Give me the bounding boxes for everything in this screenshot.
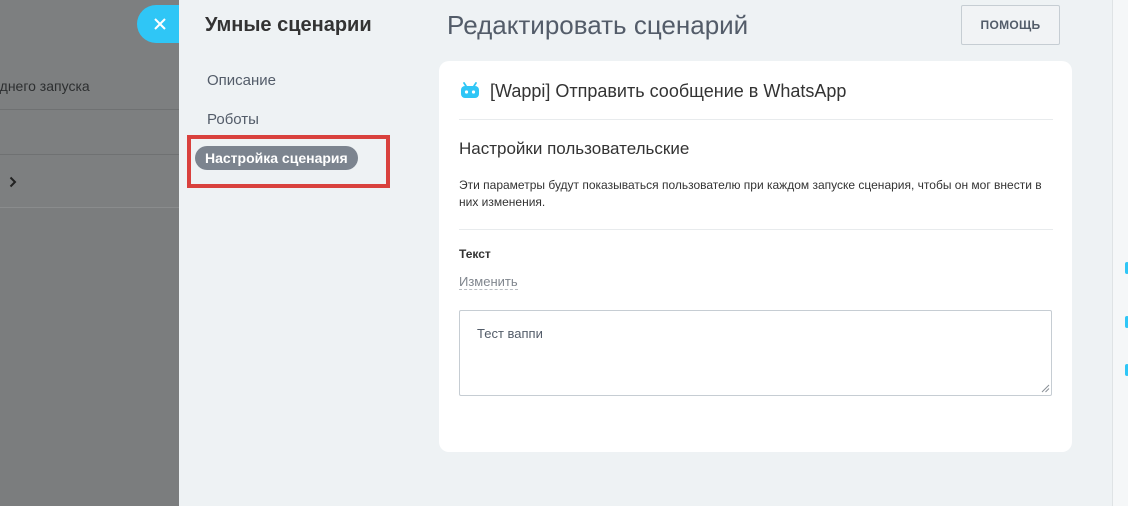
robot-icon xyxy=(461,82,479,98)
robot-settings-card: [Wappi] Отправить сообщение в WhatsApp Н… xyxy=(439,61,1072,452)
background-column-label: леднего запуска xyxy=(0,78,90,94)
sidebar-title: Умные сценарии xyxy=(205,14,372,36)
page-title: Редактировать сценарий xyxy=(447,10,749,40)
change-link[interactable]: Изменить xyxy=(459,274,518,290)
text-field[interactable]: Тест ваппи xyxy=(459,310,1052,396)
card-header: [Wappi] Отправить сообщение в WhatsApp xyxy=(459,61,1053,120)
sidebar-item-robots[interactable]: Роботы xyxy=(207,111,259,128)
background-page: леднего запуска ая xyxy=(0,0,179,506)
close-slider-button[interactable] xyxy=(137,5,179,43)
chevron-right-icon xyxy=(10,176,17,188)
section-description: Эти параметры будут показываться пользов… xyxy=(459,178,1042,209)
right-scrollbar-strip xyxy=(1112,0,1128,506)
help-button[interactable]: ПОМОЩЬ xyxy=(961,5,1060,45)
background-row xyxy=(0,110,179,155)
slider-panel: Умные сценарии Описание Роботы Настройка… xyxy=(179,0,1112,506)
background-area xyxy=(0,208,179,506)
sidebar-item-description[interactable]: Описание xyxy=(207,72,276,89)
sidebar-item-scenario-settings[interactable]: Настройка сценария xyxy=(195,146,358,170)
background-row: ая xyxy=(0,155,179,208)
field-label: Текст xyxy=(459,247,491,261)
close-icon xyxy=(154,18,166,30)
card-title: [Wappi] Отправить сообщение в WhatsApp xyxy=(490,81,847,101)
section-title: Настройки пользовательские xyxy=(459,139,690,158)
divider xyxy=(459,229,1053,230)
resize-handle-icon[interactable] xyxy=(1041,384,1050,393)
background-row: леднего запуска xyxy=(0,62,179,110)
